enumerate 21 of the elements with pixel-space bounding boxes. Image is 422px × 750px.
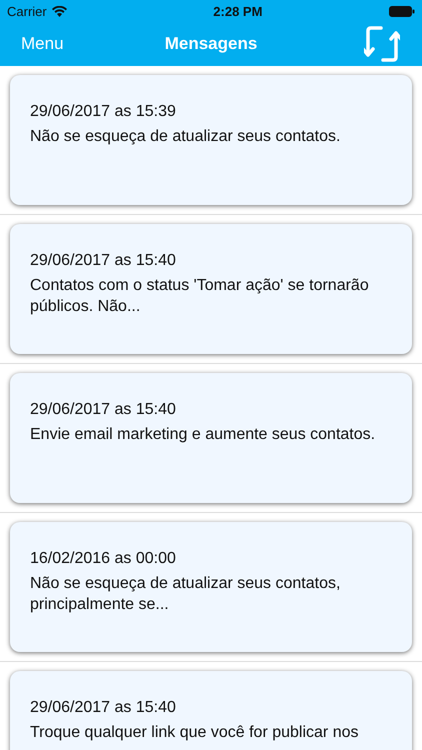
carrier-label: Carrier (7, 4, 47, 18)
message-text: Não se esqueça de atualizar seus contatos. (30, 127, 342, 147)
message-date: 29/06/2017 as 15:40 (30, 400, 177, 420)
message-card[interactable]: 29/06/2017 as 15:40 Envie email marketing e aumente seus contatos. (10, 373, 412, 503)
wifi-icon (52, 6, 67, 16)
message-card[interactable]: 29/06/2017 as 15:40 Troque qualquer link que você for publicar nos (10, 671, 412, 750)
message-text: Não se esqueça de atualizar seus contatos, principalmente se... (30, 574, 342, 615)
message-date: 29/06/2017 as 15:40 (30, 698, 177, 718)
message-text: Contatos com o status 'Tomar ação' se tornarão públicos. Não... (30, 276, 370, 317)
message-card[interactable]: 16/02/2016 as 00:00 Não se esqueça de atualizar seus contatos, principalmente se... (10, 522, 412, 652)
status-time: 2:28 PM (213, 4, 262, 18)
message-date: 16/02/2016 as 00:00 (30, 549, 177, 569)
refresh-icon[interactable] (364, 24, 400, 64)
message-date: 29/06/2017 as 15:39 (30, 102, 177, 122)
message-text: Envie email marketing e aumente seus contatos. (30, 425, 376, 445)
message-date: 29/06/2017 as 15:40 (30, 251, 177, 271)
message-card[interactable]: 29/06/2017 as 15:39 Não se esqueça de atualizar seus contatos. (10, 75, 412, 205)
screen-title: Mensagens (164, 34, 258, 54)
message-card[interactable]: 29/06/2017 as 15:40 Contatos com o status 'Tomar ação' se tornarão públicos. Não... (10, 224, 412, 354)
message-text: Troque qualquer link que você for publicar nos (30, 723, 360, 743)
battery-icon (389, 6, 415, 16)
